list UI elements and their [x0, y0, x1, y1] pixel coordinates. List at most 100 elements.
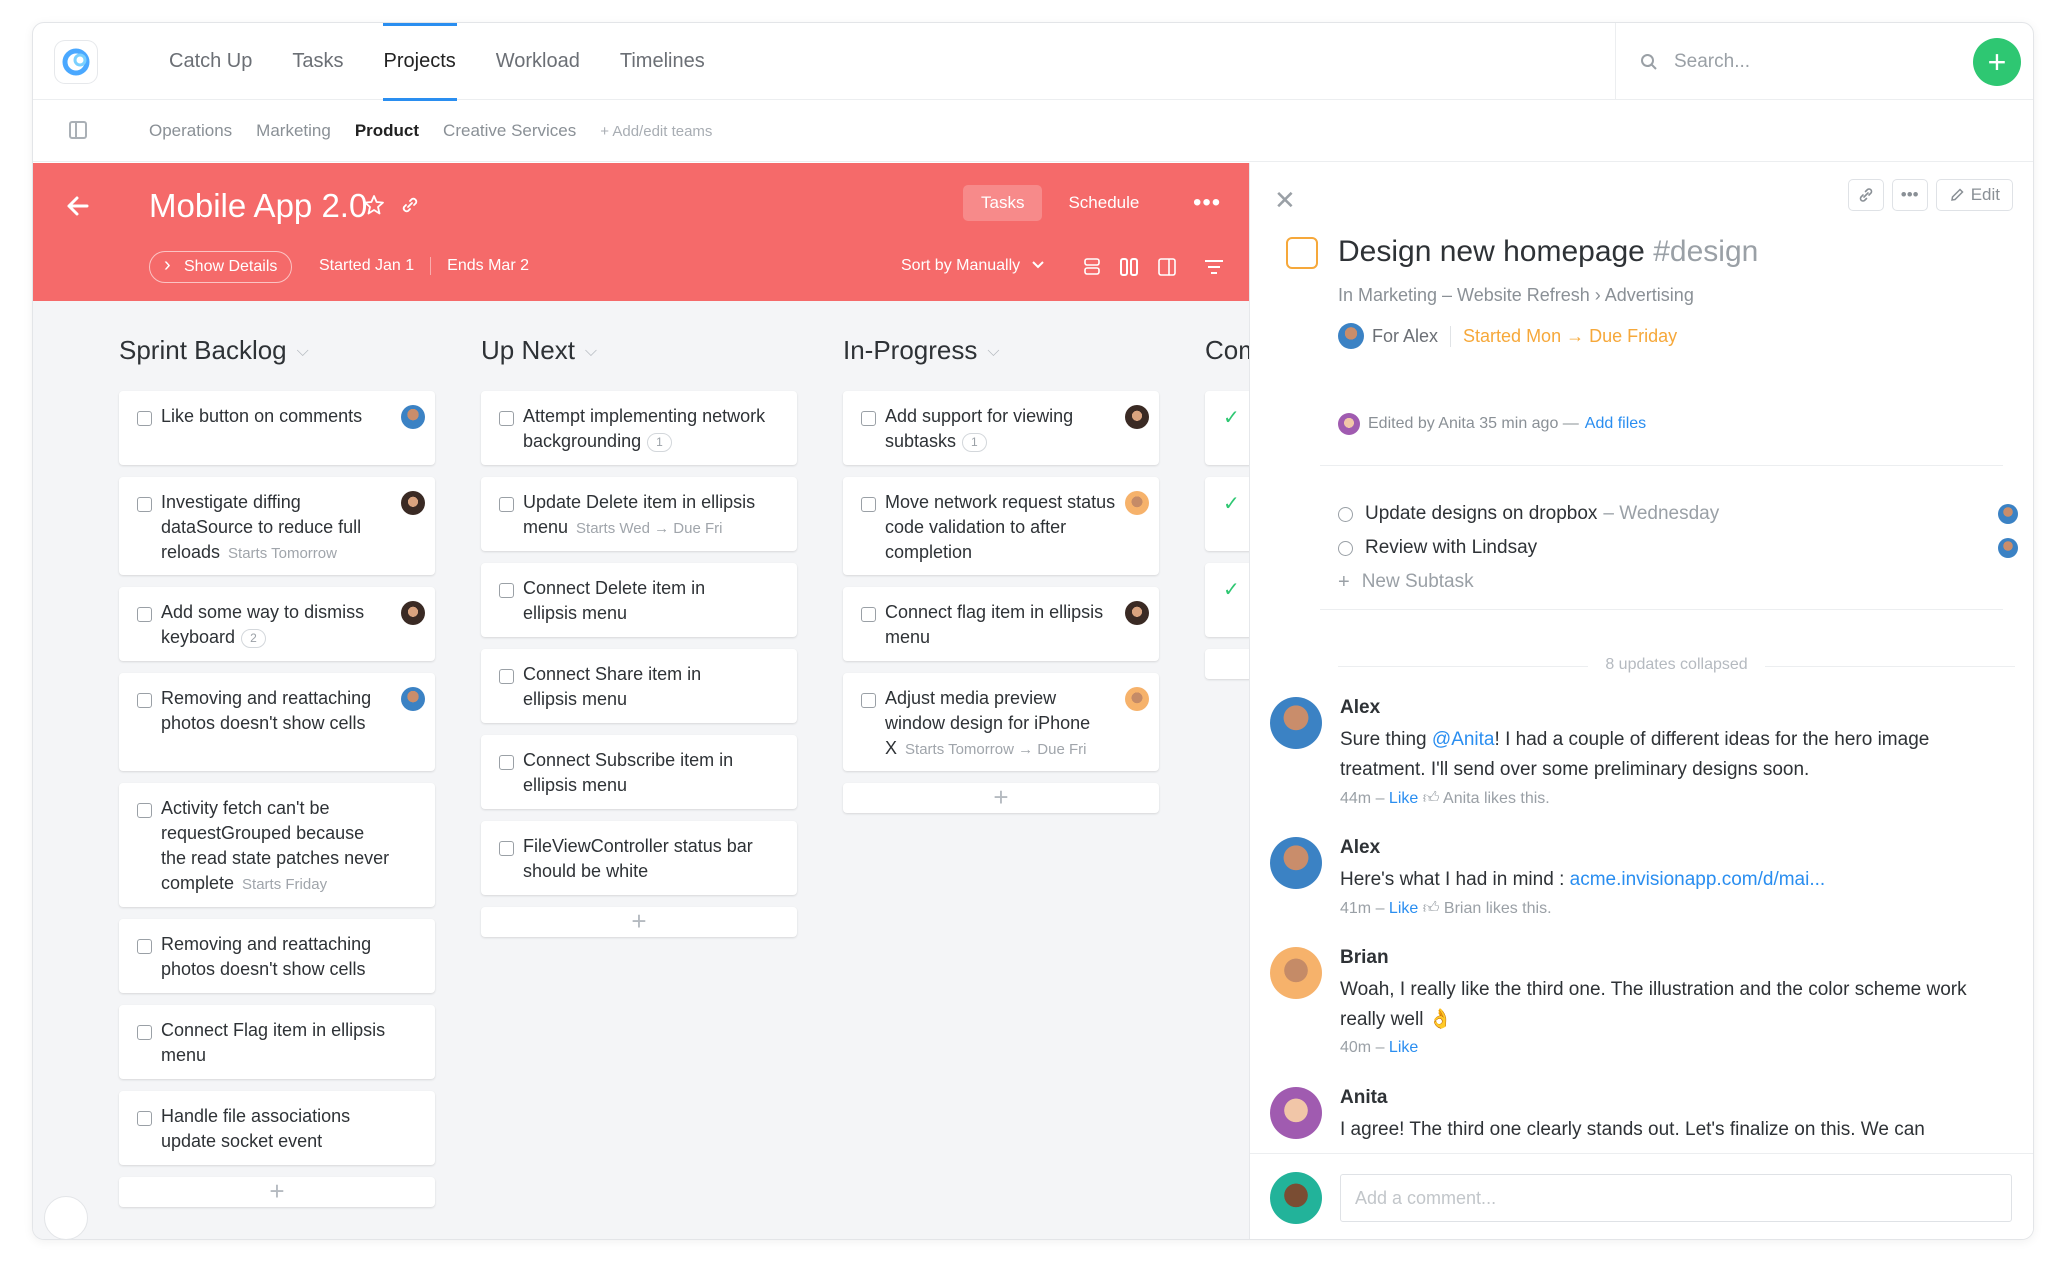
check-icon[interactable]: ✓: [1223, 405, 1240, 430]
subtask-checkbox[interactable]: [1338, 540, 1353, 556]
add-card-button[interactable]: +: [119, 1177, 435, 1207]
add-card-button[interactable]: +: [481, 907, 797, 937]
filter-icon[interactable]: [1203, 257, 1225, 277]
task-checkbox[interactable]: [861, 693, 876, 708]
task-card[interactable]: Connect Delete item in ellipsis menu: [481, 563, 797, 637]
like-button[interactable]: Like: [1389, 1039, 1418, 1056]
split-view-icon[interactable]: [1157, 257, 1177, 277]
task-checkbox[interactable]: [499, 411, 514, 426]
task-checkbox[interactable]: [137, 693, 152, 708]
task-card[interactable]: Connect flag item in ellipsis menu: [843, 587, 1159, 661]
task-checkbox[interactable]: [499, 755, 514, 770]
task-checkbox[interactable]: [499, 583, 514, 598]
task-card[interactable]: Investigate diffing dataSource to reduce…: [119, 477, 435, 575]
task-card[interactable]: Activity fetch can't be requestGrouped b…: [119, 783, 435, 907]
task-complete-checkbox[interactable]: [1286, 237, 1318, 269]
new-subtask-button[interactable]: + New Subtask: [1338, 565, 2018, 599]
task-checkbox[interactable]: [861, 411, 876, 426]
list-view-icon[interactable]: [1083, 257, 1101, 277]
nav-timelines[interactable]: Timelines: [600, 23, 725, 100]
sidebar-toggle-icon[interactable]: [69, 121, 87, 139]
task-card[interactable]: Removing and reattaching photos doesn't …: [119, 919, 435, 993]
column-title[interactable]: Up Next ⌵: [481, 335, 597, 366]
more-options-icon[interactable]: •••: [1193, 189, 1221, 217]
back-arrow-icon[interactable]: [65, 193, 91, 219]
task-assignee[interactable]: For Alex: [1372, 325, 1452, 347]
bottom-drawer-toggle[interactable]: [44, 1196, 88, 1240]
check-icon[interactable]: ✓: [1223, 577, 1240, 602]
like-button[interactable]: Like: [1389, 790, 1418, 807]
subtask-checkbox[interactable]: [1338, 506, 1353, 522]
mention-link[interactable]: @Anita: [1432, 729, 1495, 750]
star-icon[interactable]: [363, 194, 385, 216]
nav-tasks[interactable]: Tasks: [272, 23, 363, 100]
task-card[interactable]: Attempt implementing network backgroundi…: [481, 391, 797, 465]
team-marketing[interactable]: Marketing: [256, 121, 331, 141]
team-creative-services[interactable]: Creative Services: [443, 121, 576, 141]
link-icon[interactable]: [399, 194, 421, 216]
task-card[interactable]: Removing and reattaching photos doesn't …: [119, 673, 435, 771]
task-card[interactable]: Update Delete item in ellipsis menu Start…: [481, 477, 797, 551]
add-card-button[interactable]: +: [843, 783, 1159, 813]
task-card[interactable]: Connect Subscribe item in ellipsis menu: [481, 735, 797, 809]
team-product[interactable]: Product: [355, 121, 419, 141]
subtask-item[interactable]: Update designs on dropbox – Wednesday: [1338, 497, 2018, 531]
add-card-button[interactable]: [1205, 649, 1249, 679]
like-button[interactable]: Like: [1389, 900, 1418, 917]
task-checkbox[interactable]: [137, 1111, 152, 1126]
show-details-button[interactable]: Show Details: [149, 251, 293, 283]
add-edit-teams-link[interactable]: + Add/edit teams: [600, 123, 712, 140]
sort-dropdown[interactable]: Sort by Manually: [901, 257, 1045, 275]
nav-workload[interactable]: Workload: [476, 23, 600, 100]
task-checkbox[interactable]: [137, 497, 152, 512]
task-checkbox[interactable]: [861, 607, 876, 622]
task-card[interactable]: Handle file associations update socket e…: [119, 1091, 435, 1165]
subtask-item[interactable]: Review with Lindsay: [1338, 531, 2018, 565]
task-card[interactable]: Like button on comments: [119, 391, 435, 465]
edit-button[interactable]: Edit: [1935, 179, 2013, 211]
nav-catch-up[interactable]: Catch Up: [149, 23, 272, 100]
task-card[interactable]: ✓: [1205, 477, 1249, 551]
comment-link[interactable]: acme.invisionapp.com/d/mai...: [1570, 869, 1826, 890]
search-input[interactable]: [1674, 50, 1934, 73]
task-card[interactable]: FileViewController status bar should be …: [481, 821, 797, 895]
column-title[interactable]: Sprint Backlog ⌵: [119, 335, 309, 366]
task-checkbox[interactable]: [137, 607, 152, 622]
tab-tasks[interactable]: Tasks: [963, 185, 1043, 221]
team-operations[interactable]: Operations: [149, 121, 232, 141]
task-date: Starts Tomorrow → Due Fri: [905, 741, 1087, 758]
task-checkbox[interactable]: [137, 939, 152, 954]
task-card[interactable]: Move network request status code validat…: [843, 477, 1159, 575]
close-icon[interactable]: ✕: [1274, 185, 1296, 216]
collapsed-updates[interactable]: 8 updates collapsed: [1338, 656, 2015, 674]
more-options-button[interactable]: •••: [1891, 179, 1928, 211]
comment-input[interactable]: [1340, 1174, 2012, 1222]
add-files-link[interactable]: Add files: [1585, 415, 1646, 433]
task-checkbox[interactable]: [137, 411, 152, 426]
task-checkbox[interactable]: [499, 669, 514, 684]
task-dates[interactable]: Started Mon → Due Friday: [1463, 326, 1677, 347]
board-view-icon[interactable]: [1119, 257, 1139, 277]
copy-link-button[interactable]: [1847, 179, 1884, 211]
check-icon[interactable]: ✓: [1223, 491, 1240, 516]
nav-projects[interactable]: Projects: [364, 23, 476, 101]
task-checkbox[interactable]: [137, 803, 152, 818]
task-card[interactable]: Add support for viewing subtasks 1: [843, 391, 1159, 465]
task-checkbox[interactable]: [861, 497, 876, 512]
task-card[interactable]: Connect Flag item in ellipsis menu: [119, 1005, 435, 1079]
task-checkbox[interactable]: [499, 497, 514, 512]
app-logo[interactable]: [55, 41, 97, 83]
task-card[interactable]: Add some way to dismiss keyboard 2: [119, 587, 435, 661]
add-button[interactable]: +: [1973, 38, 2021, 86]
task-checkbox[interactable]: [499, 841, 514, 856]
task-card[interactable]: Connect Share item in ellipsis menu: [481, 649, 797, 723]
task-checkbox[interactable]: [137, 1025, 152, 1040]
task-tag[interactable]: #design: [1653, 235, 1758, 268]
task-card[interactable]: ✓: [1205, 391, 1249, 465]
task-breadcrumb[interactable]: In Marketing – Website Refresh › Adverti…: [1338, 285, 1694, 306]
task-card[interactable]: ✓: [1205, 563, 1249, 637]
column-title[interactable]: In-Progress ⌵: [843, 335, 1000, 366]
column-title[interactable]: Com: [1205, 335, 1249, 366]
task-card[interactable]: Adjust media preview window design for i…: [843, 673, 1159, 771]
tab-schedule[interactable]: Schedule: [1050, 185, 1157, 221]
